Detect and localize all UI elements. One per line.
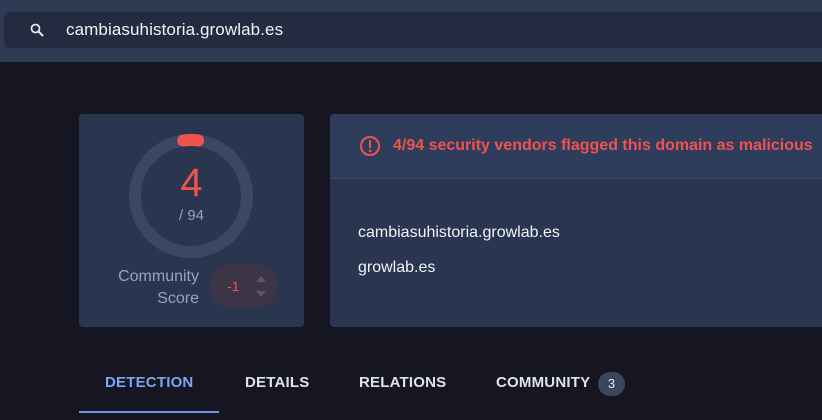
tab-community[interactable]: COMMUNITY — [496, 374, 590, 391]
tab-detection[interactable]: DETECTION — [105, 374, 193, 391]
alert-text: 4/94 security vendors flagged this domai… — [393, 137, 813, 154]
domain-name: cambiasuhistoria.growlab.es — [358, 224, 560, 241]
community-score-label: Community Score — [118, 268, 199, 307]
community-score-value: -1 — [227, 278, 240, 294]
vote-down-icon[interactable] — [255, 290, 267, 298]
alert-circle-icon — [360, 136, 380, 156]
search-icon[interactable] — [30, 23, 44, 37]
tab-relations[interactable]: RELATIONS — [359, 374, 446, 391]
search-input[interactable]: cambiasuhistoria.growlab.es — [66, 20, 283, 40]
parent-domain-link[interactable]: growlab.es — [358, 259, 435, 277]
tab-bar: DETECTION DETAILS RELATIONS COMMUNITY 3 — [79, 360, 822, 414]
detection-count: 4 — [180, 161, 203, 205]
top-bar: cambiasuhistoria.growlab.es — [0, 0, 822, 62]
detection-score-card: 4 / 94 Community Score -1 — [79, 114, 304, 327]
malicious-alert-banner: 4/94 security vendors flagged this domai… — [330, 114, 822, 179]
community-score-widget: -1 — [209, 264, 278, 308]
domain-info-card: 4/94 security vendors flagged this domai… — [330, 114, 822, 327]
community-count-badge: 3 — [598, 372, 625, 396]
detection-total: / 94 — [178, 207, 205, 224]
search-bar[interactable]: cambiasuhistoria.growlab.es — [4, 12, 822, 48]
vote-up-icon[interactable] — [255, 275, 267, 283]
active-tab-indicator — [79, 411, 219, 413]
tab-details[interactable]: DETAILS — [245, 374, 309, 391]
